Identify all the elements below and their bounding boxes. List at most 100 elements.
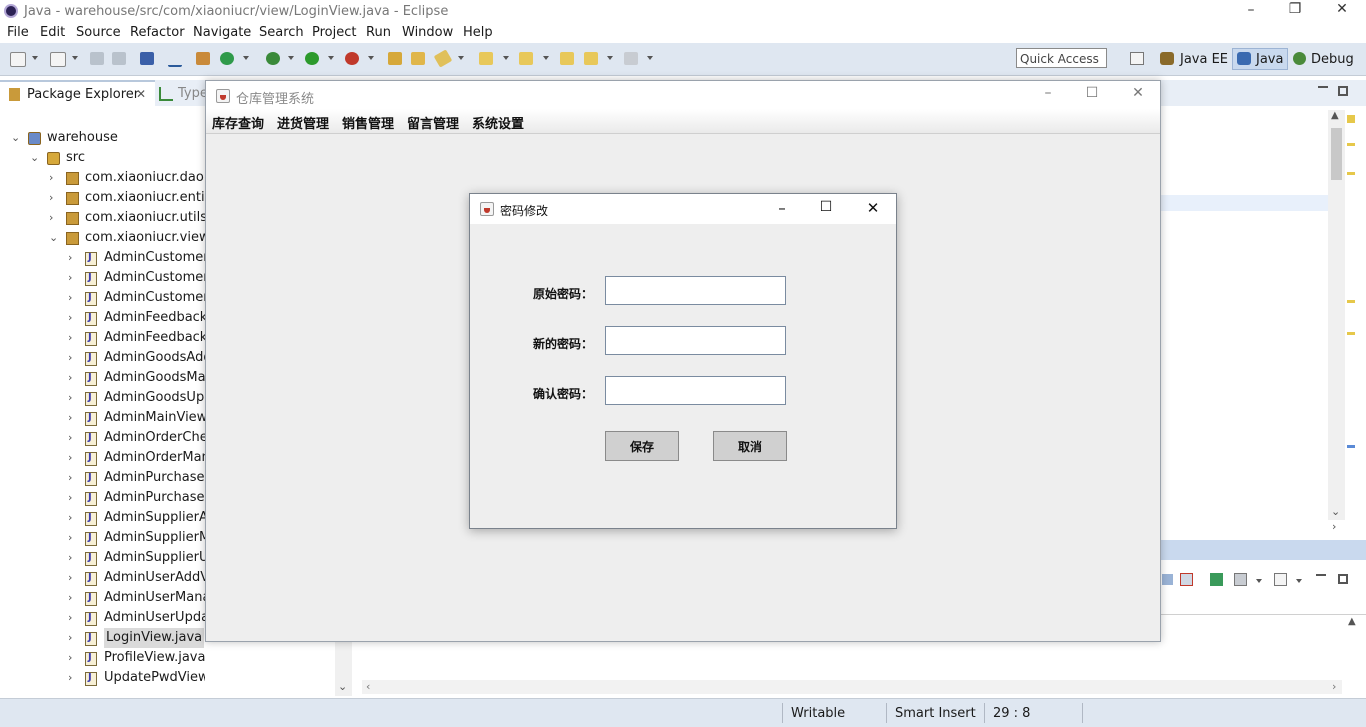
menu-edit[interactable]: Edit <box>40 25 65 40</box>
chevron-down-icon[interactable] <box>1296 579 1302 583</box>
chevron-right-icon[interactable]: › <box>68 451 72 464</box>
back-icon[interactable] <box>584 52 598 65</box>
chevron-down-icon[interactable] <box>543 56 549 60</box>
chevron-down-icon[interactable]: ⌄ <box>338 680 347 693</box>
console-icon[interactable] <box>140 52 154 65</box>
tab-package-explorer[interactable]: Package Explorer ✕ <box>0 80 155 106</box>
chevron-down-icon[interactable] <box>72 56 78 60</box>
open-perspective-icon[interactable] <box>1130 52 1144 65</box>
save-icon[interactable] <box>90 52 104 65</box>
last-edit-icon[interactable] <box>560 52 574 65</box>
main-maximize-button[interactable]: ☐ <box>1077 85 1107 101</box>
scroll-lock-icon[interactable] <box>1162 574 1173 585</box>
open-type-icon[interactable] <box>388 52 402 65</box>
chevron-down-icon[interactable] <box>607 56 613 60</box>
scroll-down-icon[interactable]: ⌄ <box>1331 505 1340 518</box>
minimize-button[interactable]: – <box>1236 2 1266 18</box>
tree-java-file[interactable]: UpdatePwdView.java <box>104 668 205 688</box>
chevron-down-icon[interactable]: › <box>1332 520 1336 533</box>
chevron-right-icon[interactable]: › <box>68 591 72 604</box>
new-console-icon[interactable] <box>1274 573 1287 586</box>
tree-java-file[interactable]: AdminGoodsMan <box>104 368 205 388</box>
build-icon[interactable] <box>196 52 210 65</box>
chevron-down-icon[interactable] <box>503 56 509 60</box>
dialog-minimize-button[interactable]: – <box>767 199 797 217</box>
minimize-view-icon[interactable] <box>1318 86 1328 91</box>
menu-project[interactable]: Project <box>312 25 356 40</box>
chevron-right-icon[interactable]: › <box>68 271 72 284</box>
chevron-right-icon[interactable]: › <box>68 531 72 544</box>
menu-source[interactable]: Source <box>76 25 121 40</box>
minimize-view-icon[interactable] <box>1316 574 1326 579</box>
chevron-right-icon[interactable]: › <box>68 351 72 364</box>
chevron-right-icon[interactable]: › <box>68 431 72 444</box>
new-package-icon[interactable] <box>50 52 66 67</box>
chevron-right-icon[interactable]: › <box>49 211 53 224</box>
debug-icon[interactable] <box>266 52 280 65</box>
chevron-right-icon[interactable]: › <box>68 311 72 324</box>
menu-system-settings[interactable]: 系统设置 <box>472 113 524 132</box>
close-button[interactable]: ✕ <box>1327 1 1357 17</box>
perspective-java[interactable]: Java <box>1256 52 1283 67</box>
chevron-down-icon[interactable] <box>32 56 38 60</box>
tree-java-file[interactable]: AdminUserAddVi <box>104 568 205 588</box>
menu-navigate[interactable]: Navigate <box>193 25 251 40</box>
annotation-prev-icon[interactable] <box>519 52 533 65</box>
tree-java-file[interactable]: AdminCustomerM <box>104 268 205 288</box>
perspective-debug[interactable]: Debug <box>1311 52 1354 67</box>
run-icon[interactable] <box>305 52 319 65</box>
chevron-down-icon[interactable] <box>458 56 464 60</box>
chevron-right-icon[interactable]: › <box>68 251 72 264</box>
tree-java-file[interactable]: AdminSupplierAd <box>104 508 205 528</box>
tree-java-file[interactable]: AdminPurchaseM <box>104 488 205 508</box>
menu-purchase-management[interactable]: 进货管理 <box>277 113 329 132</box>
tree-java-file[interactable]: AdminMainView.j <box>104 408 205 428</box>
tree-java-file[interactable]: AdminCustomerA <box>104 248 205 268</box>
tree-java-file[interactable]: AdminOrderMana <box>104 448 205 468</box>
chevron-right-icon[interactable]: › <box>68 391 72 404</box>
tree-project-warehouse[interactable]: warehouse <box>47 128 118 148</box>
coverage-icon[interactable] <box>345 52 359 65</box>
main-minimize-button[interactable]: – <box>1033 85 1063 101</box>
menu-help[interactable]: Help <box>463 25 493 40</box>
tree-java-file[interactable]: AdminPurchaseC <box>104 468 205 488</box>
tree-java-file[interactable]: ProfileView.java <box>104 648 205 668</box>
chevron-down-icon[interactable] <box>288 56 294 60</box>
pin-console-icon[interactable] <box>1210 573 1223 586</box>
new-icon[interactable] <box>10 52 26 67</box>
chevron-right-icon[interactable]: › <box>68 291 72 304</box>
chevron-right-icon[interactable]: › <box>49 191 53 204</box>
annotation-next-icon[interactable] <box>479 52 493 65</box>
cancel-button[interactable]: 取消 <box>713 431 787 461</box>
chevron-down-icon[interactable] <box>328 56 334 60</box>
tree-src-folder[interactable]: src <box>66 148 85 168</box>
dialog-close-button[interactable]: ✕ <box>858 199 888 217</box>
dialog-maximize-button[interactable]: ☐ <box>811 199 841 215</box>
tree-package[interactable]: com.xiaoniucr.utils <box>85 208 207 228</box>
scroll-right-icon[interactable]: › <box>1332 680 1336 693</box>
tree-package[interactable]: com.xiaoniucr.entity <box>85 188 217 208</box>
menu-message-management[interactable]: 留言管理 <box>407 113 459 132</box>
skip-breakpoints-icon[interactable] <box>168 52 182 67</box>
forward-icon[interactable] <box>624 52 638 65</box>
chevron-down-icon[interactable]: ⌄ <box>30 151 39 164</box>
chevron-right-icon[interactable]: › <box>68 511 72 524</box>
refresh-icon[interactable] <box>220 52 234 65</box>
tree-package[interactable]: com.xiaoniucr.view <box>85 228 210 248</box>
tab-type-hierarchy[interactable]: Type <box>178 86 208 101</box>
chevron-right-icon[interactable]: › <box>68 651 72 664</box>
chevron-down-icon[interactable]: ⌄ <box>49 231 58 244</box>
chevron-right-icon[interactable]: › <box>68 551 72 564</box>
chevron-down-icon[interactable] <box>243 56 249 60</box>
chevron-right-icon[interactable]: › <box>68 471 72 484</box>
chevron-right-icon[interactable]: › <box>68 491 72 504</box>
menu-inventory-query[interactable]: 库存查询 <box>212 113 264 132</box>
chevron-down-icon[interactable]: ⌄ <box>11 131 20 144</box>
save-all-icon[interactable] <box>112 52 126 65</box>
chevron-right-icon[interactable]: › <box>68 411 72 424</box>
tree-java-file[interactable]: AdminUserManag <box>104 588 205 608</box>
chevron-down-icon[interactable] <box>1256 579 1262 583</box>
scroll-up-icon[interactable]: ▲ <box>1348 616 1356 627</box>
new-password-field[interactable] <box>605 326 786 355</box>
menu-window[interactable]: Window <box>402 25 453 40</box>
